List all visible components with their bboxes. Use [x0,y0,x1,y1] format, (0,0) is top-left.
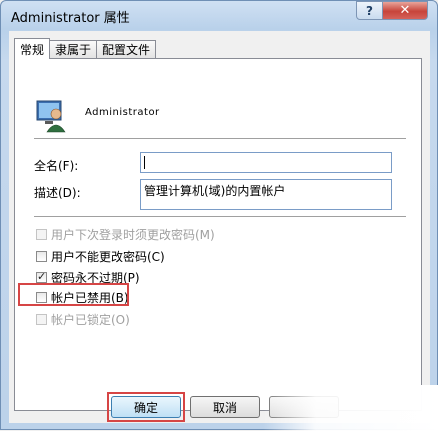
tab-strip: 常规 隶属于 配置文件 [14,38,157,59]
checkbox-label: 帐户已锁定(O) [51,313,130,327]
cancel-button[interactable]: 取消 [190,396,260,418]
fullname-input[interactable] [140,152,392,173]
checkbox-box-checked[interactable] [36,270,47,283]
close-button[interactable]: ✕ [382,1,428,20]
watermark-overlay [263,385,438,431]
tab-general[interactable]: 常规 [14,38,51,59]
window-title: Administrator 属性 [11,11,130,26]
fullname-label: 全名(F): [34,159,79,173]
properties-dialog: Administrator 属性 ? ✕ 常规 隶属于 配置文件 Adminis… [0,0,438,431]
tab-profile[interactable]: 配置文件 [96,40,157,58]
checkbox-box[interactable] [36,314,47,325]
user-icon [36,100,66,133]
separator-mid [34,216,406,218]
description-input[interactable]: 管理计算机(域)的内置帐户 [140,179,392,210]
checkbox-box[interactable] [36,251,47,262]
checkbox-label: 用户下次登录时须更改密码(M) [51,228,215,242]
user-name: Administrator [85,107,160,118]
checkbox-cannot-change-password[interactable]: 用户不能更改密码(C) [36,248,165,265]
highlight-box-disabled-account [18,283,129,306]
checkbox-must-change-password[interactable]: 用户下次登录时须更改密码(M) [36,226,215,243]
separator-top [34,138,406,140]
description-label: 描述(D): [34,186,81,200]
help-button[interactable]: ? [356,1,383,20]
checkbox-account-locked[interactable]: 帐户已锁定(O) [36,311,130,328]
ok-button[interactable]: 确定 [111,396,181,418]
general-tab-panel: Administrator 全名(F): 描述(D): 管理计算机(域)的内置帐… [14,58,422,411]
checkbox-box[interactable] [36,229,47,240]
tab-member-of[interactable]: 隶属于 [49,40,98,58]
text-caret [144,156,145,169]
dialog-client-area: 常规 隶属于 配置文件 Administrator 全名(F): 描述(D): … [9,31,430,423]
checkbox-label: 用户不能更改密码(C) [51,250,165,264]
